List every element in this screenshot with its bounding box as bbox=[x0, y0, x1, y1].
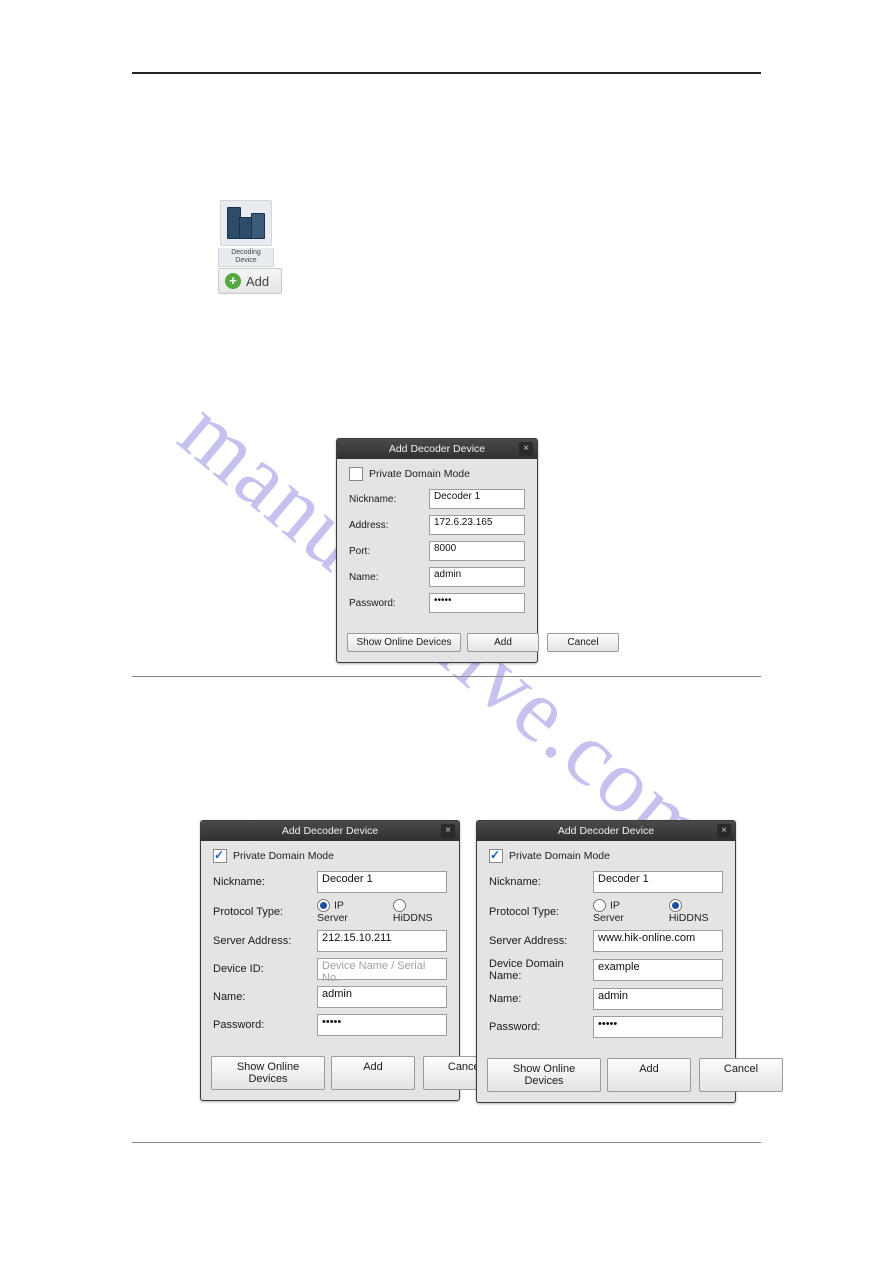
add-confirm-button[interactable]: Add bbox=[467, 633, 539, 652]
nickname-input[interactable]: Decoder 1 bbox=[429, 489, 525, 509]
dialog-title: Add Decoder Device × bbox=[201, 821, 459, 841]
nickname-label: Nickname: bbox=[489, 876, 593, 888]
add-button-label: Add bbox=[246, 274, 269, 289]
hiddns-radio[interactable]: HiDDNS bbox=[669, 899, 723, 924]
close-icon[interactable]: × bbox=[519, 442, 533, 456]
dialog-title: Add Decoder Device × bbox=[477, 821, 735, 841]
address-input[interactable]: 172.6.23.165 bbox=[429, 515, 525, 535]
password-label: Password: bbox=[213, 1019, 317, 1031]
device-domain-name-input[interactable]: example bbox=[593, 959, 723, 981]
decoding-device-icon-block[interactable]: Decoding Device bbox=[218, 200, 274, 267]
name-input[interactable]: admin bbox=[593, 988, 723, 1010]
password-input[interactable]: ••••• bbox=[317, 1014, 447, 1036]
server-address-label: Server Address: bbox=[213, 935, 317, 947]
protocol-type-label: Protocol Type: bbox=[213, 906, 317, 918]
name-label: Name: bbox=[213, 991, 317, 1003]
protocol-type-label: Protocol Type: bbox=[489, 906, 593, 918]
name-label: Name: bbox=[489, 993, 593, 1005]
header-rule bbox=[132, 72, 761, 74]
private-domain-label: Private Domain Mode bbox=[509, 850, 610, 862]
show-online-devices-button[interactable]: Show Online Devices bbox=[211, 1056, 325, 1090]
add-decoder-dialog-basic: Add Decoder Device × Private Domain Mode… bbox=[336, 438, 538, 663]
add-decoder-dialog-ipserver: Add Decoder Device × Private Domain Mode… bbox=[200, 820, 460, 1101]
ip-server-radio[interactable]: IP Server bbox=[317, 899, 375, 924]
private-domain-label: Private Domain Mode bbox=[369, 468, 470, 480]
nickname-label: Nickname: bbox=[213, 876, 317, 888]
address-label: Address: bbox=[349, 520, 429, 531]
cancel-button[interactable]: Cancel bbox=[699, 1058, 783, 1092]
ip-server-radio[interactable]: IP Server bbox=[593, 899, 651, 924]
server-address-label: Server Address: bbox=[489, 935, 593, 947]
name-input[interactable]: admin bbox=[317, 986, 447, 1008]
port-label: Port: bbox=[349, 546, 429, 557]
device-id-input[interactable]: Device Name / Serial No. bbox=[317, 958, 447, 980]
hiddns-radio[interactable]: HiDDNS bbox=[393, 899, 447, 924]
nickname-label: Nickname: bbox=[349, 494, 429, 505]
name-input[interactable]: admin bbox=[429, 567, 525, 587]
server-rack-icon bbox=[220, 200, 272, 246]
add-confirm-button[interactable]: Add bbox=[607, 1058, 691, 1092]
password-input[interactable]: ••••• bbox=[593, 1016, 723, 1038]
device-domain-name-label: Device Domain Name: bbox=[489, 958, 593, 982]
close-icon[interactable]: × bbox=[717, 824, 731, 838]
close-icon[interactable]: × bbox=[441, 824, 455, 838]
dialog-title: Add Decoder Device × bbox=[337, 439, 537, 459]
password-label: Password: bbox=[489, 1021, 593, 1033]
server-address-input[interactable]: 212.15.10.211 bbox=[317, 930, 447, 952]
cancel-button[interactable]: Cancel bbox=[547, 633, 619, 652]
private-domain-label: Private Domain Mode bbox=[233, 850, 334, 862]
nickname-input[interactable]: Decoder 1 bbox=[317, 871, 447, 893]
section-rule bbox=[132, 1142, 761, 1143]
port-input[interactable]: 8000 bbox=[429, 541, 525, 561]
password-label: Password: bbox=[349, 598, 429, 609]
nickname-input[interactable]: Decoder 1 bbox=[593, 871, 723, 893]
name-label: Name: bbox=[349, 572, 429, 583]
decoding-device-label: Decoding Device bbox=[218, 248, 274, 267]
password-input[interactable]: ••••• bbox=[429, 593, 525, 613]
show-online-devices-button[interactable]: Show Online Devices bbox=[347, 633, 461, 652]
section-rule bbox=[132, 676, 761, 677]
private-domain-checkbox[interactable] bbox=[349, 467, 363, 481]
private-domain-checkbox[interactable] bbox=[489, 849, 503, 863]
show-online-devices-button[interactable]: Show Online Devices bbox=[487, 1058, 601, 1092]
server-address-input[interactable]: www.hik-online.com bbox=[593, 930, 723, 952]
device-id-label: Device ID: bbox=[213, 963, 317, 975]
plus-icon: + bbox=[225, 273, 241, 289]
private-domain-checkbox[interactable] bbox=[213, 849, 227, 863]
add-button[interactable]: + Add bbox=[218, 268, 282, 294]
add-confirm-button[interactable]: Add bbox=[331, 1056, 415, 1090]
add-decoder-dialog-hiddns: Add Decoder Device × Private Domain Mode… bbox=[476, 820, 736, 1103]
